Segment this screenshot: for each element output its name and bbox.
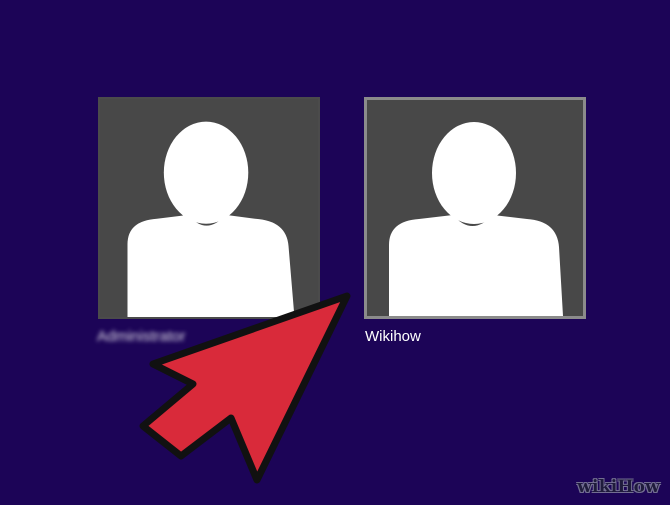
user-name-wikihow[interactable]: Wikihow bbox=[365, 328, 421, 346]
user-silhouette-icon bbox=[100, 99, 318, 317]
user-tile-wikihow[interactable] bbox=[364, 97, 586, 319]
lock-screen-user-select: Administrator Wikihow wikiHow bbox=[0, 0, 670, 505]
wikihow-watermark: wikiHow bbox=[577, 477, 660, 497]
user-tile-administrator[interactable] bbox=[98, 97, 320, 319]
user-silhouette-icon bbox=[367, 100, 583, 316]
user-name-administrator[interactable]: Administrator bbox=[97, 328, 185, 346]
